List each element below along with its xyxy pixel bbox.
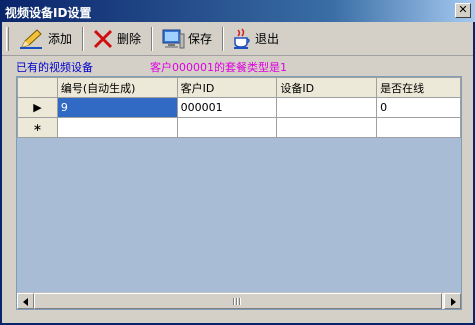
coffee-cup-icon	[234, 27, 250, 49]
delete-button[interactable]: 删除	[88, 25, 145, 53]
device-table: 编号(自动生成) 客户ID 设备ID 是否在线 ▶ 9 000001 0 ∗	[17, 77, 461, 138]
cell-customer-id[interactable]: 000001	[176, 97, 278, 118]
scroll-thumb[interactable]	[34, 293, 442, 309]
main-window: 视频设备ID设置 ✕ 添加 删除 保存 退出 已有的视频设备 客户000001的…	[0, 0, 475, 325]
delete-label: 删除	[117, 32, 142, 46]
column-header-id[interactable]: 编号(自动生成)	[56, 77, 178, 98]
new-row[interactable]: ∗	[17, 117, 461, 138]
cell-customer-id[interactable]	[176, 117, 278, 138]
add-label: 添加	[48, 32, 73, 46]
column-header-customer-id[interactable]: 客户ID	[176, 77, 278, 98]
cell-id[interactable]	[56, 117, 178, 138]
close-icon: ✕	[458, 3, 468, 16]
add-button[interactable]: 添加	[15, 25, 76, 53]
header-row: 编号(自动生成) 客户ID 设备ID 是否在线	[17, 77, 461, 98]
save-label: 保存	[188, 32, 213, 46]
toolbar: 添加 删除 保存 退出	[2, 22, 473, 56]
corner-header	[17, 77, 58, 98]
window-title: 视频设备ID设置	[5, 6, 92, 20]
scroll-right-button[interactable]	[444, 293, 461, 309]
arrow-left-icon	[23, 298, 28, 306]
pencil-icon	[20, 28, 42, 49]
device-grid[interactable]: 编号(自动生成) 客户ID 设备ID 是否在线 ▶ 9 000001 0 ∗	[16, 76, 462, 310]
cell-online[interactable]: 0	[376, 97, 461, 118]
toolbar-separator	[82, 26, 85, 51]
existing-devices-label: 已有的视频设备	[16, 61, 93, 74]
exit-label: 退出	[255, 32, 280, 46]
arrow-right-icon	[451, 298, 456, 306]
cell-online[interactable]	[376, 117, 461, 138]
column-header-online[interactable]: 是否在线	[376, 77, 461, 98]
toolbar-separator	[222, 26, 225, 51]
package-info-label: 客户000001的套餐类型是1	[150, 61, 287, 74]
title-bar: 视频设备ID设置 ✕	[0, 0, 475, 22]
computer-icon	[162, 29, 185, 48]
close-button[interactable]: ✕	[455, 3, 471, 18]
save-button[interactable]: 保存	[157, 25, 216, 53]
delete-x-icon	[93, 29, 113, 48]
column-header-device-id[interactable]: 设备ID	[276, 77, 378, 98]
cell-device-id[interactable]	[276, 97, 378, 118]
toolbar-separator	[151, 26, 154, 51]
window-client: 添加 删除 保存 退出 已有的视频设备 客户000001的套餐类型是1 编号(自…	[2, 22, 473, 323]
scroll-left-button[interactable]	[17, 293, 34, 309]
new-row-indicator-icon[interactable]: ∗	[17, 117, 58, 138]
cell-device-id[interactable]	[276, 117, 378, 138]
exit-button[interactable]: 退出	[228, 25, 283, 53]
cell-id[interactable]: 9	[56, 97, 178, 118]
current-row-indicator-icon[interactable]: ▶	[17, 97, 58, 118]
table-row[interactable]: ▶ 9 000001 0	[17, 97, 461, 118]
grip-icon	[233, 298, 241, 305]
info-row: 已有的视频设备 客户000001的套餐类型是1	[16, 59, 466, 75]
toolbar-grip[interactable]	[6, 26, 9, 51]
horizontal-scrollbar[interactable]	[17, 292, 461, 309]
